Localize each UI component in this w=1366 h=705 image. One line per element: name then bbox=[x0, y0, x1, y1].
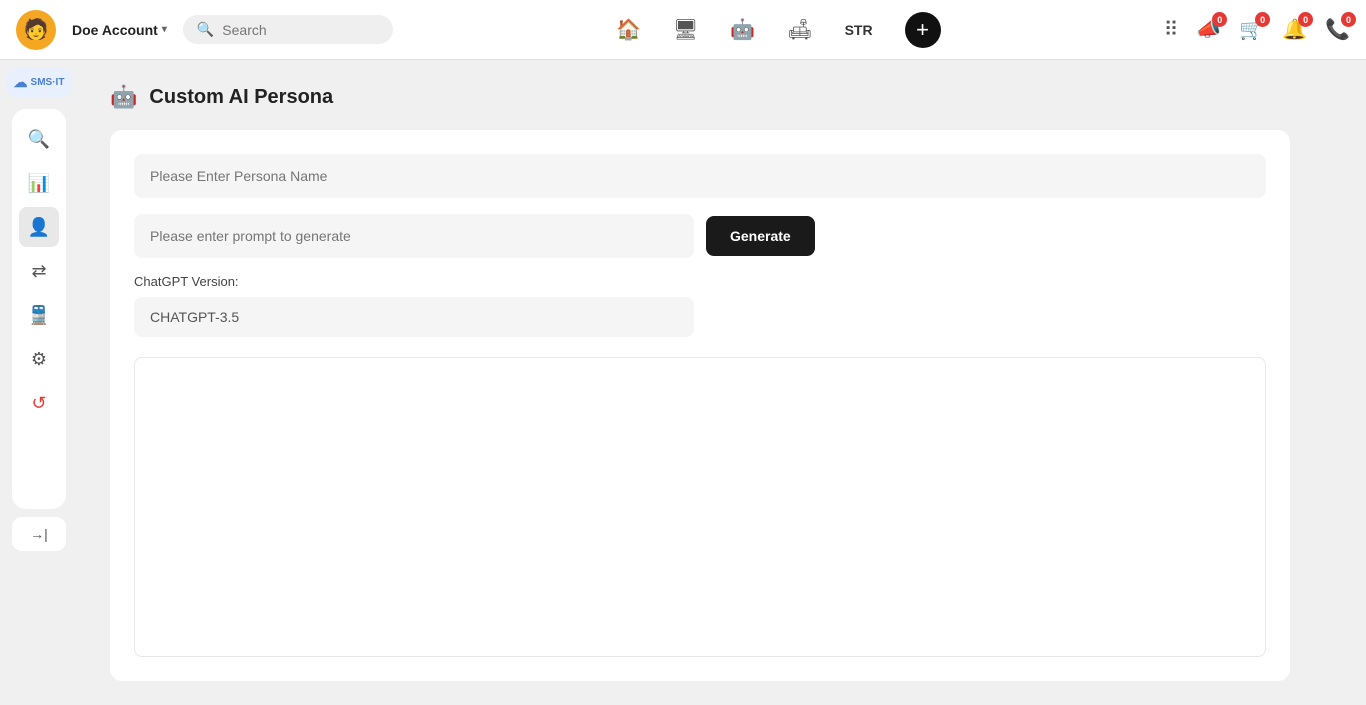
sidebar-item-search[interactable]: 🔍 bbox=[19, 119, 59, 159]
page-header: 🤖 Custom AI Persona bbox=[110, 84, 1334, 110]
generate-button[interactable]: Generate bbox=[706, 216, 815, 256]
logo-text: SMS·IT bbox=[31, 77, 65, 88]
account-name-button[interactable]: Doe Account ▾ bbox=[72, 22, 167, 38]
sidebar-item-contacts[interactable]: 👤 bbox=[19, 207, 59, 247]
sidebar-item-chart[interactable]: 📊 bbox=[19, 163, 59, 203]
nav-center: 🏠 🖥 🤖 🛋 STR + bbox=[409, 12, 1148, 48]
chevron-down-icon: ▾ bbox=[162, 24, 167, 35]
str-label[interactable]: STR bbox=[845, 22, 873, 38]
robot-icon: 🤖 bbox=[110, 84, 137, 110]
phone-icon-wrapper[interactable]: 📞 0 bbox=[1325, 17, 1350, 42]
megaphone-icon-wrapper[interactable]: 📣 0 bbox=[1196, 17, 1221, 42]
sidebar-collapse-button[interactable]: →| bbox=[12, 517, 66, 551]
prompt-input[interactable] bbox=[134, 214, 694, 258]
robot-nav-icon[interactable]: 🤖 bbox=[730, 17, 755, 42]
chatgpt-version-label: ChatGPT Version: bbox=[134, 274, 1266, 289]
bell-icon-wrapper[interactable]: 🔔 0 bbox=[1282, 17, 1307, 42]
sms-it-logo[interactable]: ☁ SMS·IT bbox=[6, 68, 73, 97]
cloud-icon: ☁ bbox=[14, 74, 28, 91]
home-icon[interactable]: 🏠 bbox=[616, 17, 641, 42]
cart-badge: 0 bbox=[1255, 12, 1270, 27]
persona-card: Generate ChatGPT Version: CHATGPT-3.5 CH… bbox=[110, 130, 1290, 681]
page-title: Custom AI Persona bbox=[149, 86, 333, 109]
grid-icon[interactable]: ⠿ bbox=[1164, 17, 1179, 42]
cart-icon-wrapper[interactable]: 🛒 0 bbox=[1239, 17, 1264, 42]
content-area bbox=[134, 357, 1266, 657]
add-button[interactable]: + bbox=[905, 12, 941, 48]
bell-badge: 0 bbox=[1298, 12, 1313, 27]
sidebar-item-gear[interactable]: ⚙ bbox=[19, 339, 59, 379]
sidebar-inner: 🔍 📊 👤 ⇄ 🚆 ⚙ ↺ bbox=[12, 109, 66, 509]
monitor-icon[interactable]: 🖥 bbox=[673, 17, 698, 42]
account-name-label: Doe Account bbox=[72, 22, 158, 38]
chatgpt-version-select[interactable]: CHATGPT-3.5 CHATGPT-4 CHATGPT-4o bbox=[134, 297, 694, 337]
megaphone-badge: 0 bbox=[1212, 12, 1227, 27]
search-icon: 🔍 bbox=[197, 21, 214, 38]
search-input[interactable] bbox=[222, 22, 372, 38]
avatar: 🧑 bbox=[16, 10, 56, 50]
phone-badge: 0 bbox=[1341, 12, 1356, 27]
sidebar-item-loop[interactable]: ↺ bbox=[19, 383, 59, 423]
topnav: 🧑 Doe Account ▾ 🔍 🏠 🖥 🤖 🛋 STR + ⠿ 📣 0 🛒 … bbox=[0, 0, 1366, 60]
persona-name-input[interactable] bbox=[134, 154, 1266, 198]
sidebar-item-train[interactable]: 🚆 bbox=[19, 295, 59, 335]
sofa-icon[interactable]: 🛋 bbox=[787, 17, 812, 42]
nav-right: ⠿ 📣 0 🛒 0 🔔 0 📞 0 bbox=[1164, 17, 1350, 42]
sidebar: ☁ SMS·IT 🔍 📊 👤 ⇄ 🚆 ⚙ ↺ →| bbox=[0, 60, 78, 641]
search-bar: 🔍 bbox=[183, 15, 393, 44]
sidebar-item-flow[interactable]: ⇄ bbox=[19, 251, 59, 291]
chatgpt-version-section: ChatGPT Version: CHATGPT-3.5 CHATGPT-4 C… bbox=[134, 274, 1266, 337]
prompt-row: Generate bbox=[134, 214, 1266, 258]
main-content: 🤖 Custom AI Persona Generate ChatGPT Ver… bbox=[78, 60, 1366, 705]
